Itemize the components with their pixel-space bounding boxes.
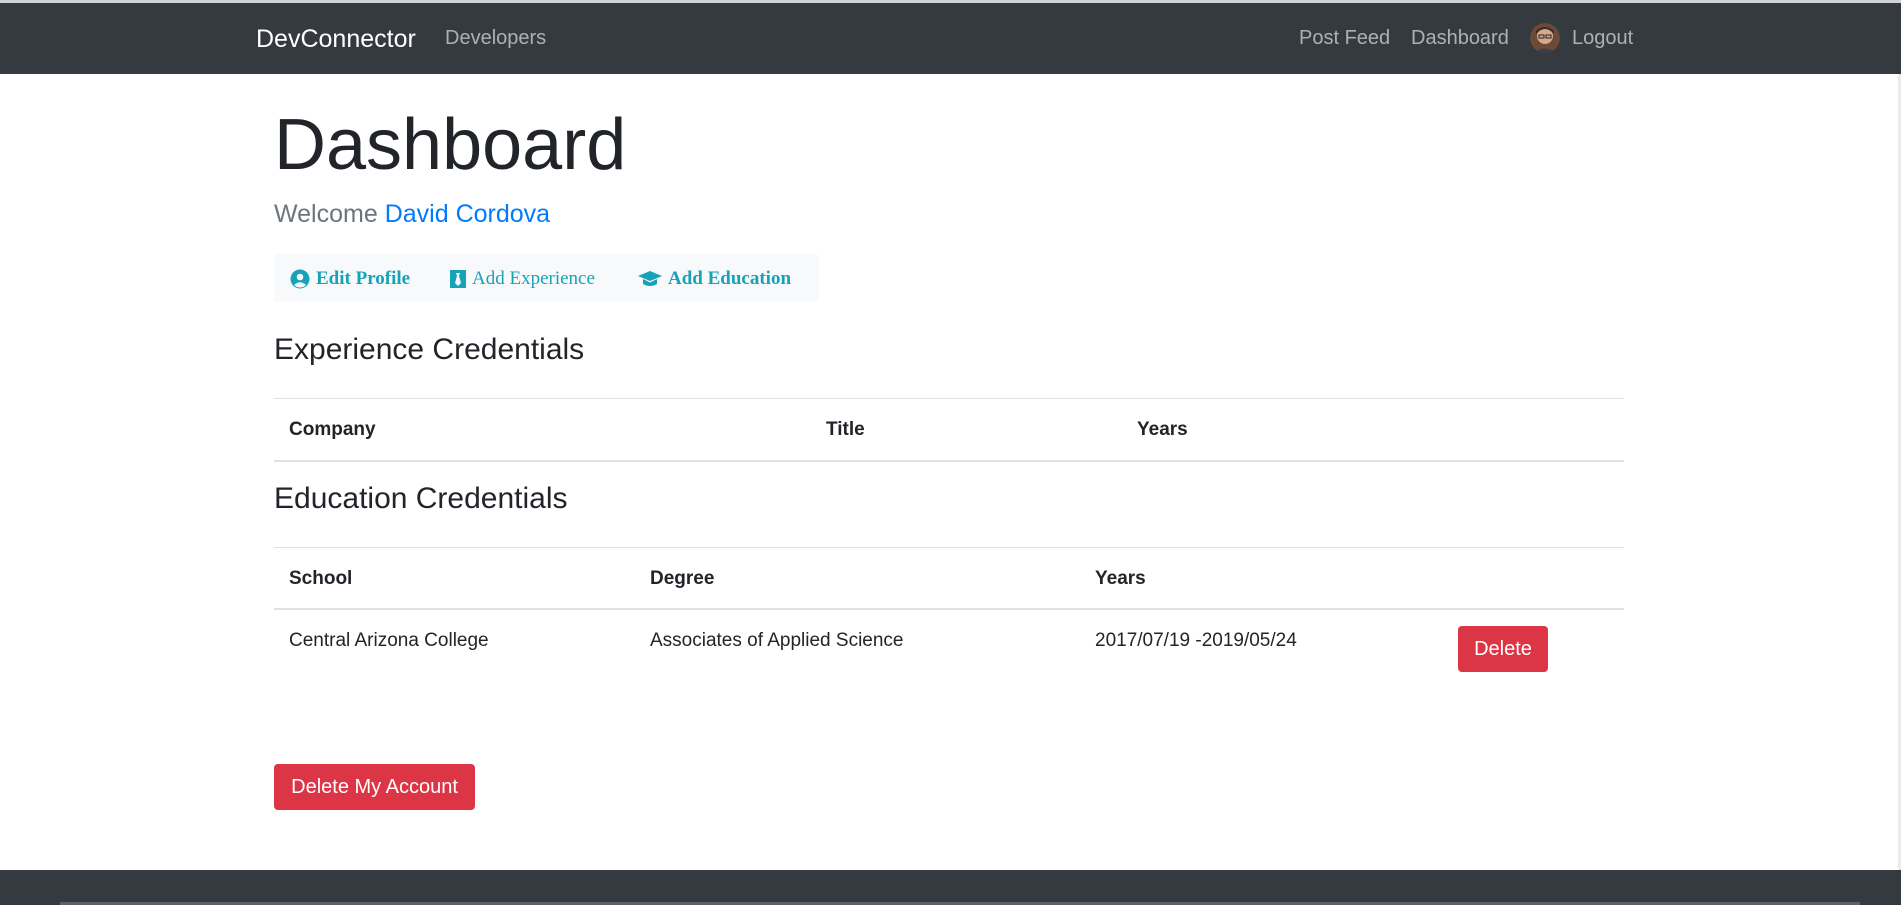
add-education-label: Add Education [668,268,792,289]
cell-degree: Associates of Applied Science [650,630,904,651]
user-circle-icon [290,269,310,289]
nav-developers[interactable]: Developers [445,27,546,50]
cell-years: 2017/07/19 -2019/05/24 [1095,630,1297,651]
header-years: Years [1137,419,1188,440]
delete-education-button[interactable]: Delete [1458,626,1548,672]
education-title: Education Credentials [274,482,568,515]
dashboard-actions: Edit Profile Add Experience Add Educatio… [274,254,819,302]
nav-dashboard[interactable]: Dashboard [1411,27,1509,50]
header-school: School [289,568,353,589]
table-divider [274,398,1624,399]
add-education-button[interactable]: Add Education [638,268,791,290]
header-years: Years [1095,568,1146,589]
black-tie-icon [450,270,466,288]
graduation-cap-icon [638,271,662,286]
header-degree: Degree [650,568,715,589]
header-title: Title [826,419,865,440]
avatar [1530,23,1560,53]
welcome-text: Welcome David Cordova [274,200,550,229]
header-company: Company [289,419,376,440]
nav-post-feed[interactable]: Post Feed [1299,27,1390,50]
delete-account-button[interactable]: Delete My Account [274,764,475,810]
add-experience-label: Add Experience [472,268,595,289]
cell-school: Central Arizona College [289,630,489,651]
welcome-prefix: Welcome [274,200,378,228]
brand-link[interactable]: DevConnector [256,25,416,54]
experience-title: Experience Credentials [274,333,585,366]
nav-logout[interactable]: Logout [1572,27,1633,50]
table-divider [274,547,1624,548]
user-name-link[interactable]: David Cordova [385,200,550,228]
navbar: DevConnector Developers Post Feed Dashbo… [0,3,1901,74]
footer [0,870,1901,905]
table-header-divider [274,460,1624,462]
table-header-divider [274,608,1624,610]
page-title: Dashboard [274,105,627,185]
edit-profile-label: Edit Profile [316,268,411,289]
add-experience-button[interactable]: Add Experience [450,268,595,290]
edit-profile-button[interactable]: Edit Profile [290,268,410,290]
